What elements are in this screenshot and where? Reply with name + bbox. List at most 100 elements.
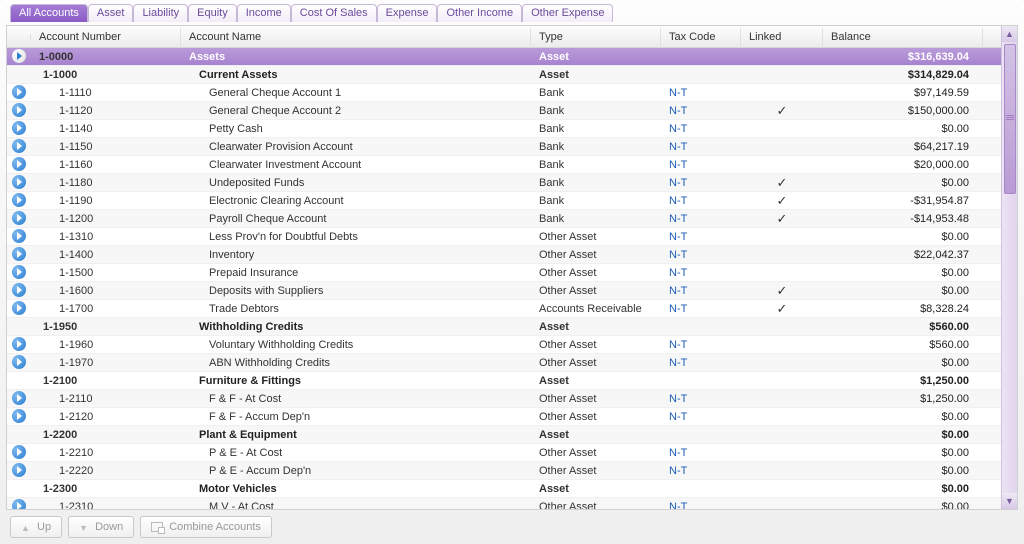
scroll-up-button[interactable]: ▲: [1002, 26, 1017, 42]
row-arrow-icon[interactable]: [12, 355, 26, 369]
row-arrow-icon[interactable]: [12, 499, 26, 509]
cell-tax-code: [661, 433, 741, 437]
cell-tax-code: N-T: [661, 409, 741, 425]
row-arrow-icon[interactable]: [12, 445, 26, 459]
table-row[interactable]: 1-1000Current AssetsAsset$314,829.04: [7, 66, 1001, 84]
tab-label: Other Expense: [531, 7, 604, 19]
tab-other-expense[interactable]: Other Expense: [522, 4, 613, 22]
cell-tax-code: N-T: [661, 121, 741, 137]
table-row[interactable]: 1-1950Withholding CreditsAsset$560.00: [7, 318, 1001, 336]
tab-other-income[interactable]: Other Income: [437, 4, 522, 22]
cell-type: Bank: [531, 175, 661, 191]
button-label: Down: [95, 521, 123, 533]
tab-expense[interactable]: Expense: [377, 4, 438, 22]
row-arrow-icon[interactable]: [12, 139, 26, 153]
table-row[interactable]: 1-0000AssetsAsset$316,639.04: [7, 48, 1001, 66]
table-row[interactable]: 1-2100Furniture & FittingsAsset$1,250.00: [7, 372, 1001, 390]
table-row[interactable]: 1-1110General Cheque Account 1BankN-T$97…: [7, 84, 1001, 102]
tab-equity[interactable]: Equity: [188, 4, 237, 22]
cell-account-name: Motor Vehicles: [181, 481, 531, 497]
table-row[interactable]: 1-1200Payroll Cheque AccountBankN-T✓-$14…: [7, 210, 1001, 228]
cell-balance: $0.00: [823, 355, 983, 371]
cell-linked: [741, 325, 823, 329]
cell-type: Bank: [531, 193, 661, 209]
table-row[interactable]: 1-1160Clearwater Investment AccountBankN…: [7, 156, 1001, 174]
row-arrow-icon[interactable]: [12, 463, 26, 477]
table-row[interactable]: 1-1400InventoryOther AssetN-T$22,042.37: [7, 246, 1001, 264]
cell-account-name: Plant & Equipment: [181, 427, 531, 443]
table-row[interactable]: 1-2200Plant & EquipmentAsset$0.00: [7, 426, 1001, 444]
down-button[interactable]: Down: [68, 516, 134, 538]
table-row[interactable]: 1-2210P & E - At CostOther AssetN-T$0.00: [7, 444, 1001, 462]
combine-accounts-button[interactable]: Combine Accounts: [140, 516, 272, 538]
scroll-down-button[interactable]: ▼: [1002, 493, 1017, 509]
cell-tax-code: N-T: [661, 445, 741, 461]
table-row[interactable]: 1-1140Petty CashBankN-T$0.00: [7, 120, 1001, 138]
row-arrow-icon[interactable]: [12, 175, 26, 189]
row-arrow-icon[interactable]: [12, 301, 26, 315]
table-row[interactable]: 1-2110F & F - At CostOther AssetN-T$1,25…: [7, 390, 1001, 408]
cell-account-name: Clearwater Provision Account: [181, 139, 531, 155]
row-arrow-icon[interactable]: [12, 211, 26, 225]
cell-type: Other Asset: [531, 463, 661, 479]
cell-type: Other Asset: [531, 355, 661, 371]
table-row[interactable]: 1-2300Motor VehiclesAsset$0.00: [7, 480, 1001, 498]
tab-asset[interactable]: Asset: [88, 4, 134, 22]
account-tabs: All Accounts Asset Liability Equity Inco…: [6, 4, 1018, 22]
col-account-number[interactable]: Account Number: [31, 28, 181, 46]
tab-liability[interactable]: Liability: [133, 4, 188, 22]
row-arrow-icon[interactable]: [12, 229, 26, 243]
scroll-thumb[interactable]: [1004, 44, 1016, 194]
table-row[interactable]: 1-1500Prepaid InsuranceOther AssetN-T$0.…: [7, 264, 1001, 282]
table-row[interactable]: 1-1970ABN Withholding CreditsOther Asset…: [7, 354, 1001, 372]
table-row[interactable]: 1-2120F & F - Accum Dep'nOther AssetN-T$…: [7, 408, 1001, 426]
table-row[interactable]: 1-1150Clearwater Provision AccountBankN-…: [7, 138, 1001, 156]
row-arrow-icon[interactable]: [12, 391, 26, 405]
up-button[interactable]: Up: [10, 516, 62, 538]
table-row[interactable]: 1-1310Less Prov'n for Doubtful DebtsOthe…: [7, 228, 1001, 246]
table-row[interactable]: 1-2310M V - At CostOther AssetN-T$0.00: [7, 498, 1001, 509]
cell-account-name: Clearwater Investment Account: [181, 157, 531, 173]
cell-account-name: Current Assets: [181, 67, 531, 83]
cell-account-number: 1-1400: [31, 247, 181, 263]
cell-type: Asset: [531, 481, 661, 497]
cell-account-number: 1-1960: [31, 337, 181, 353]
row-arrow-icon[interactable]: [12, 49, 26, 63]
col-balance[interactable]: Balance: [823, 28, 983, 46]
row-arrow-icon[interactable]: [12, 121, 26, 135]
cell-tax-code: N-T: [661, 139, 741, 155]
row-arrow-icon[interactable]: [12, 85, 26, 99]
row-arrow-icon[interactable]: [12, 193, 26, 207]
tab-all-accounts[interactable]: All Accounts: [10, 4, 88, 22]
tab-income[interactable]: Income: [237, 4, 291, 22]
table-row[interactable]: 1-1960Voluntary Withholding CreditsOther…: [7, 336, 1001, 354]
cell-account-number: 1-1120: [31, 103, 181, 119]
cell-tax-code: [661, 73, 741, 77]
row-arrow-icon[interactable]: [12, 247, 26, 261]
row-arrow-icon[interactable]: [12, 265, 26, 279]
table-row[interactable]: 1-1180Undeposited FundsBankN-T✓$0.00: [7, 174, 1001, 192]
cell-account-name: ABN Withholding Credits: [181, 355, 531, 371]
table-row[interactable]: 1-1700Trade DebtorsAccounts ReceivableN-…: [7, 300, 1001, 318]
table-row[interactable]: 1-1190Electronic Clearing AccountBankN-T…: [7, 192, 1001, 210]
row-arrow-icon[interactable]: [12, 103, 26, 117]
cell-balance: $0.00: [823, 481, 983, 497]
row-arrow-icon[interactable]: [12, 157, 26, 171]
table-row[interactable]: 1-2220P & E - Accum Dep'nOther AssetN-T$…: [7, 462, 1001, 480]
col-tax-code[interactable]: Tax Code: [661, 28, 741, 46]
cell-tax-code: [661, 325, 741, 329]
row-arrow-icon[interactable]: [12, 337, 26, 351]
tab-label: Other Income: [446, 7, 513, 19]
vertical-scrollbar[interactable]: ▲ ▼: [1001, 26, 1017, 509]
accounts-grid[interactable]: 1-0000AssetsAsset$316,639.041-1000Curren…: [7, 48, 1001, 509]
col-type[interactable]: Type: [531, 28, 661, 46]
col-linked[interactable]: Linked: [741, 28, 823, 46]
row-arrow-icon[interactable]: [12, 283, 26, 297]
col-account-name[interactable]: Account Name: [181, 28, 531, 46]
cell-balance: $22,042.37: [823, 247, 983, 263]
table-row[interactable]: 1-1600Deposits with SuppliersOther Asset…: [7, 282, 1001, 300]
table-row[interactable]: 1-1120General Cheque Account 2BankN-T✓$1…: [7, 102, 1001, 120]
cell-linked: ✓: [741, 209, 823, 229]
tab-cost-of-sales[interactable]: Cost Of Sales: [291, 4, 377, 22]
row-arrow-icon[interactable]: [12, 409, 26, 423]
